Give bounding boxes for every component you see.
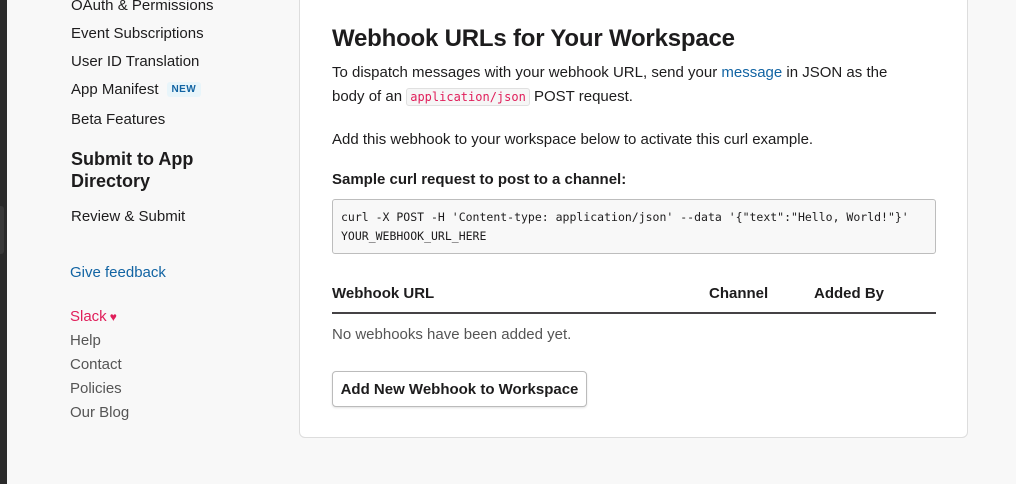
- sidebar-item-event-subscriptions[interactable]: Event Subscriptions: [71, 25, 204, 42]
- sidebar-item-label: App Manifest: [71, 81, 159, 98]
- column-header-webhook-url: Webhook URL: [332, 285, 435, 302]
- intro-text: POST request.: [529, 88, 633, 105]
- content-type-code: application/json: [406, 88, 530, 106]
- sidebar: OAuth & Permissions Event Subscriptions …: [0, 0, 290, 484]
- column-header-added-by: Added By: [814, 285, 885, 302]
- heart-icon: ♥: [109, 310, 117, 324]
- page-title: Webhook URLs for Your Workspace: [332, 25, 735, 52]
- footer-link-contact[interactable]: Contact: [70, 356, 122, 373]
- intro-text: To dispatch messages with your webhook U…: [332, 64, 722, 81]
- footer-link-label: Slack: [70, 308, 107, 325]
- footer-link-slack[interactable]: Slack ♥: [70, 308, 117, 325]
- add-new-webhook-button[interactable]: Add New Webhook to Workspace: [332, 371, 587, 407]
- new-badge: NEW: [166, 82, 202, 97]
- footer-link-our-blog[interactable]: Our Blog: [70, 404, 129, 421]
- footer-link-policies[interactable]: Policies: [70, 380, 122, 397]
- empty-table-message: No webhooks have been added yet.: [332, 326, 572, 343]
- sample-curl-heading: Sample curl request to post to a channel…: [332, 171, 627, 188]
- activate-text: Add this webhook to your workspace below…: [332, 131, 814, 148]
- intro-paragraph: To dispatch messages with your webhook U…: [332, 61, 922, 109]
- sidebar-item-oauth-permissions[interactable]: OAuth & Permissions: [71, 0, 214, 14]
- table-header-divider: [332, 312, 936, 314]
- sidebar-item-user-id-translation[interactable]: User ID Translation: [71, 53, 199, 70]
- message-link[interactable]: message: [721, 64, 782, 81]
- sidebar-item-review-submit[interactable]: Review & Submit: [71, 208, 185, 225]
- give-feedback-link[interactable]: Give feedback: [70, 264, 166, 281]
- curl-code-block[interactable]: curl -X POST -H 'Content-type: applicati…: [332, 199, 936, 254]
- sidebar-section-heading: Submit to App Directory: [71, 149, 194, 191]
- column-header-channel: Channel: [709, 285, 769, 302]
- sidebar-item-beta-features[interactable]: Beta Features: [71, 111, 165, 128]
- footer-link-help[interactable]: Help: [70, 332, 101, 349]
- sidebar-item-app-manifest[interactable]: App Manifest NEW: [71, 81, 202, 98]
